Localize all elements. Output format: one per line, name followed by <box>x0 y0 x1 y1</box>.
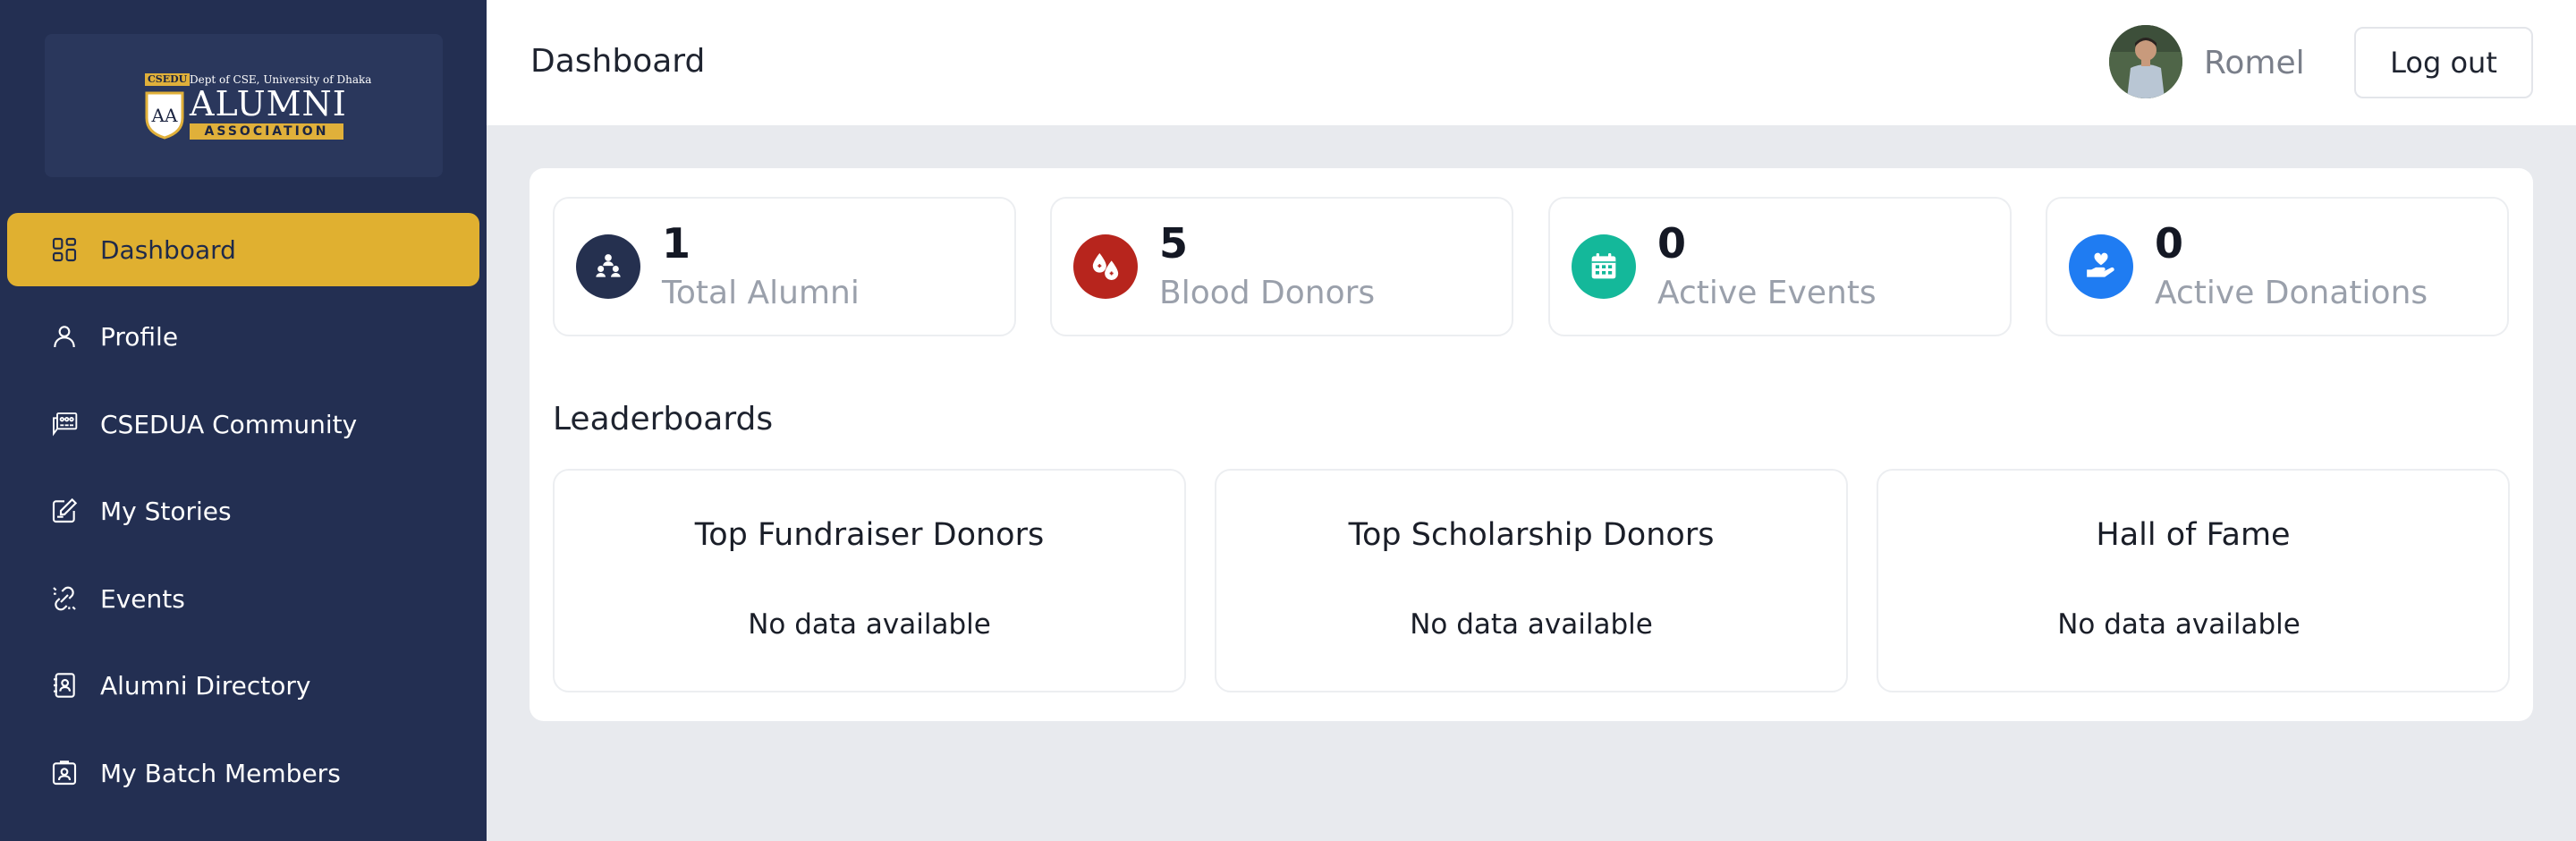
sidebar: CSEDU AA Dept of CSE, University of Dhak… <box>0 0 487 841</box>
hand-heart-icon <box>2069 234 2133 299</box>
stat-value: 1 <box>662 219 691 268</box>
stat-card-blood-donors[interactable]: 5 Blood Donors <box>1050 197 1513 336</box>
logo-sub-text: ASSOCIATION <box>190 123 343 140</box>
user-icon <box>50 322 79 351</box>
shield-icon: AA <box>145 91 184 140</box>
leaderboard-top-scholarship-donors: Top Scholarship Donors No data available <box>1215 469 1848 692</box>
logout-button[interactable]: Log out <box>2354 27 2533 98</box>
alumni-group-icon <box>576 234 640 299</box>
empty-state-text: No data available <box>1410 608 1653 641</box>
dashboard-panel: 1 Total Alumni 5 Blood Donors 0 Active E… <box>530 168 2533 721</box>
sidebar-item-dashboard[interactable]: Dashboard <box>7 213 479 286</box>
sidebar-item-label: Alumni Directory <box>100 670 311 701</box>
stat-label: Active Events <box>1657 275 1877 311</box>
sidebar-item-label: Profile <box>100 321 179 352</box>
leaderboard-title: Top Scholarship Donors <box>1348 517 1715 553</box>
stat-value: 5 <box>1159 219 1189 268</box>
stat-label: Total Alumni <box>662 275 860 311</box>
leaderboards-title: Leaderboards <box>553 401 774 437</box>
stat-label: Blood Donors <box>1159 275 1376 311</box>
leaderboard-top-fundraiser-donors: Top Fundraiser Donors No data available <box>553 469 1186 692</box>
events-icon <box>50 584 79 613</box>
stat-label: Active Donations <box>2155 275 2428 311</box>
svg-text:AA: AA <box>151 105 178 126</box>
avatar[interactable] <box>2109 25 2182 98</box>
sidebar-item-label: My Batch Members <box>100 758 341 788</box>
sidebar-item-label: My Stories <box>100 496 232 526</box>
sidebar-item-my-batch-members[interactable]: My Batch Members <box>7 736 479 810</box>
alumni-association-logo: CSEDU AA Dept of CSE, University of Dhak… <box>145 73 371 141</box>
contact-book-icon <box>50 671 79 700</box>
empty-state-text: No data available <box>2057 608 2301 641</box>
logo-box[interactable]: CSEDU AA Dept of CSE, University of Dhak… <box>45 34 443 177</box>
dashboard-icon <box>50 235 79 264</box>
blood-drop-icon <box>1073 234 1138 299</box>
sidebar-item-label: Events <box>100 583 185 614</box>
sidebar-item-events[interactable]: Events <box>7 562 479 635</box>
community-icon <box>50 410 79 438</box>
calendar-icon <box>1572 234 1636 299</box>
stat-value: 0 <box>1657 219 1687 268</box>
logo-main-text: ALUMNI <box>190 84 347 123</box>
stat-value: 0 <box>2155 219 2184 268</box>
sidebar-item-label: CSEDUA Community <box>100 409 358 439</box>
sidebar-item-alumni-directory[interactable]: Alumni Directory <box>7 649 479 722</box>
id-badge-icon <box>50 759 79 787</box>
sidebar-item-csedua-community[interactable]: CSEDUA Community <box>7 387 479 461</box>
leaderboard-title: Top Fundraiser Donors <box>694 517 1045 553</box>
user-name[interactable]: Romel <box>2204 45 2305 81</box>
sidebar-item-label: Dashboard <box>100 234 236 265</box>
stat-card-active-donations[interactable]: 0 Active Donations <box>2046 197 2509 336</box>
logo-tag: CSEDU <box>145 73 191 86</box>
user-photo-icon <box>2109 25 2182 98</box>
sidebar-item-profile[interactable]: Profile <box>7 300 479 373</box>
page-title: Dashboard <box>530 43 706 80</box>
sidebar-item-my-stories[interactable]: My Stories <box>7 474 479 548</box>
stat-card-total-alumni[interactable]: 1 Total Alumni <box>553 197 1016 336</box>
leaderboard-title: Hall of Fame <box>2096 517 2291 553</box>
edit-icon <box>50 497 79 525</box>
empty-state-text: No data available <box>748 608 991 641</box>
top-header: Dashboard Romel Log out <box>487 0 2576 125</box>
stat-card-active-events[interactable]: 0 Active Events <box>1548 197 2012 336</box>
leaderboard-hall-of-fame: Hall of Fame No data available <box>1877 469 2510 692</box>
